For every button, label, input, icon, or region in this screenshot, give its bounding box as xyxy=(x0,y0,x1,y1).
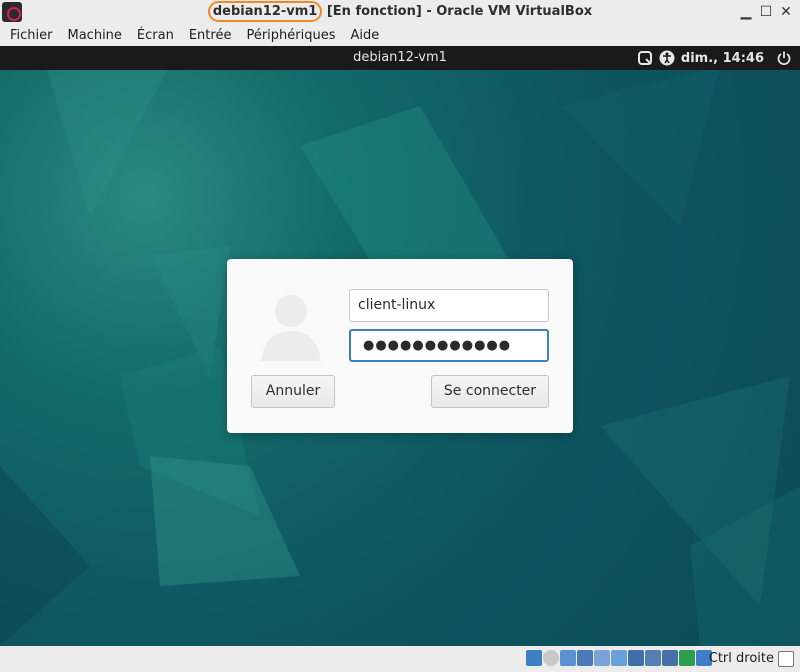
username-field[interactable]: client-linux xyxy=(349,289,549,322)
vm-name-highlight: debian12-vm1 xyxy=(207,1,323,22)
guest-status-area[interactable]: dim., 14:46 xyxy=(637,50,792,66)
menu-peripheriques[interactable]: Périphériques xyxy=(231,26,335,46)
menu-entree[interactable]: Entrée xyxy=(174,26,232,46)
connect-button[interactable]: Se connecter xyxy=(431,375,549,408)
guest-clock: dim., 14:46 xyxy=(680,50,764,66)
network-adapter-icon[interactable] xyxy=(577,650,593,666)
window-title: debian12-vm1 [En fonction] - Oracle VM V… xyxy=(0,1,800,22)
menu-aide[interactable]: Aide xyxy=(336,26,380,46)
audio-icon[interactable] xyxy=(560,650,576,666)
status-icons xyxy=(526,650,712,666)
cpu-execution-icon[interactable] xyxy=(679,650,695,666)
close-icon[interactable]: ✕ xyxy=(777,3,795,21)
shared-folders-icon[interactable] xyxy=(611,650,627,666)
accessibility-icon[interactable] xyxy=(659,50,675,66)
network-icon[interactable] xyxy=(637,50,653,66)
optical-drive-icon[interactable] xyxy=(543,650,559,666)
host-key-label: Ctrl droite xyxy=(708,651,774,666)
window-titlebar: debian12-vm1 [En fonction] - Oracle VM V… xyxy=(0,0,800,26)
menu-bar: Fichier Machine Écran Entrée Périphériqu… xyxy=(0,26,800,46)
guest-topbar: debian12-vm1 dim., 14:46 xyxy=(0,46,800,70)
guest-additions-icon[interactable] xyxy=(662,650,678,666)
power-icon[interactable] xyxy=(776,50,792,66)
hard-disk-icon[interactable] xyxy=(526,650,542,666)
password-field[interactable]: ●●●●●●●●●●●● xyxy=(349,329,549,362)
vm-display[interactable]: debian12-vm1 dim., 14:46 client-linux ●●… xyxy=(0,46,800,646)
display-icon[interactable] xyxy=(628,650,644,666)
user-avatar-icon xyxy=(261,295,321,361)
menu-fichier[interactable]: Fichier xyxy=(0,26,53,46)
window-title-rest: [En fonction] - Oracle VM VirtualBox xyxy=(322,4,593,19)
video-capture-icon[interactable] xyxy=(645,650,661,666)
vbox-statusbar: Ctrl droite xyxy=(0,646,800,672)
usb-icon[interactable] xyxy=(594,650,610,666)
minimize-icon[interactable]: ▁ xyxy=(737,3,755,21)
cancel-button[interactable]: Annuler xyxy=(251,375,335,408)
host-key-icon[interactable] xyxy=(778,651,794,667)
menu-machine[interactable]: Machine xyxy=(53,26,122,46)
login-dialog: client-linux ●●●●●●●●●●●● Annuler Se con… xyxy=(227,259,573,433)
menu-ecran[interactable]: Écran xyxy=(122,26,174,46)
maximize-icon[interactable]: ☐ xyxy=(757,3,775,21)
